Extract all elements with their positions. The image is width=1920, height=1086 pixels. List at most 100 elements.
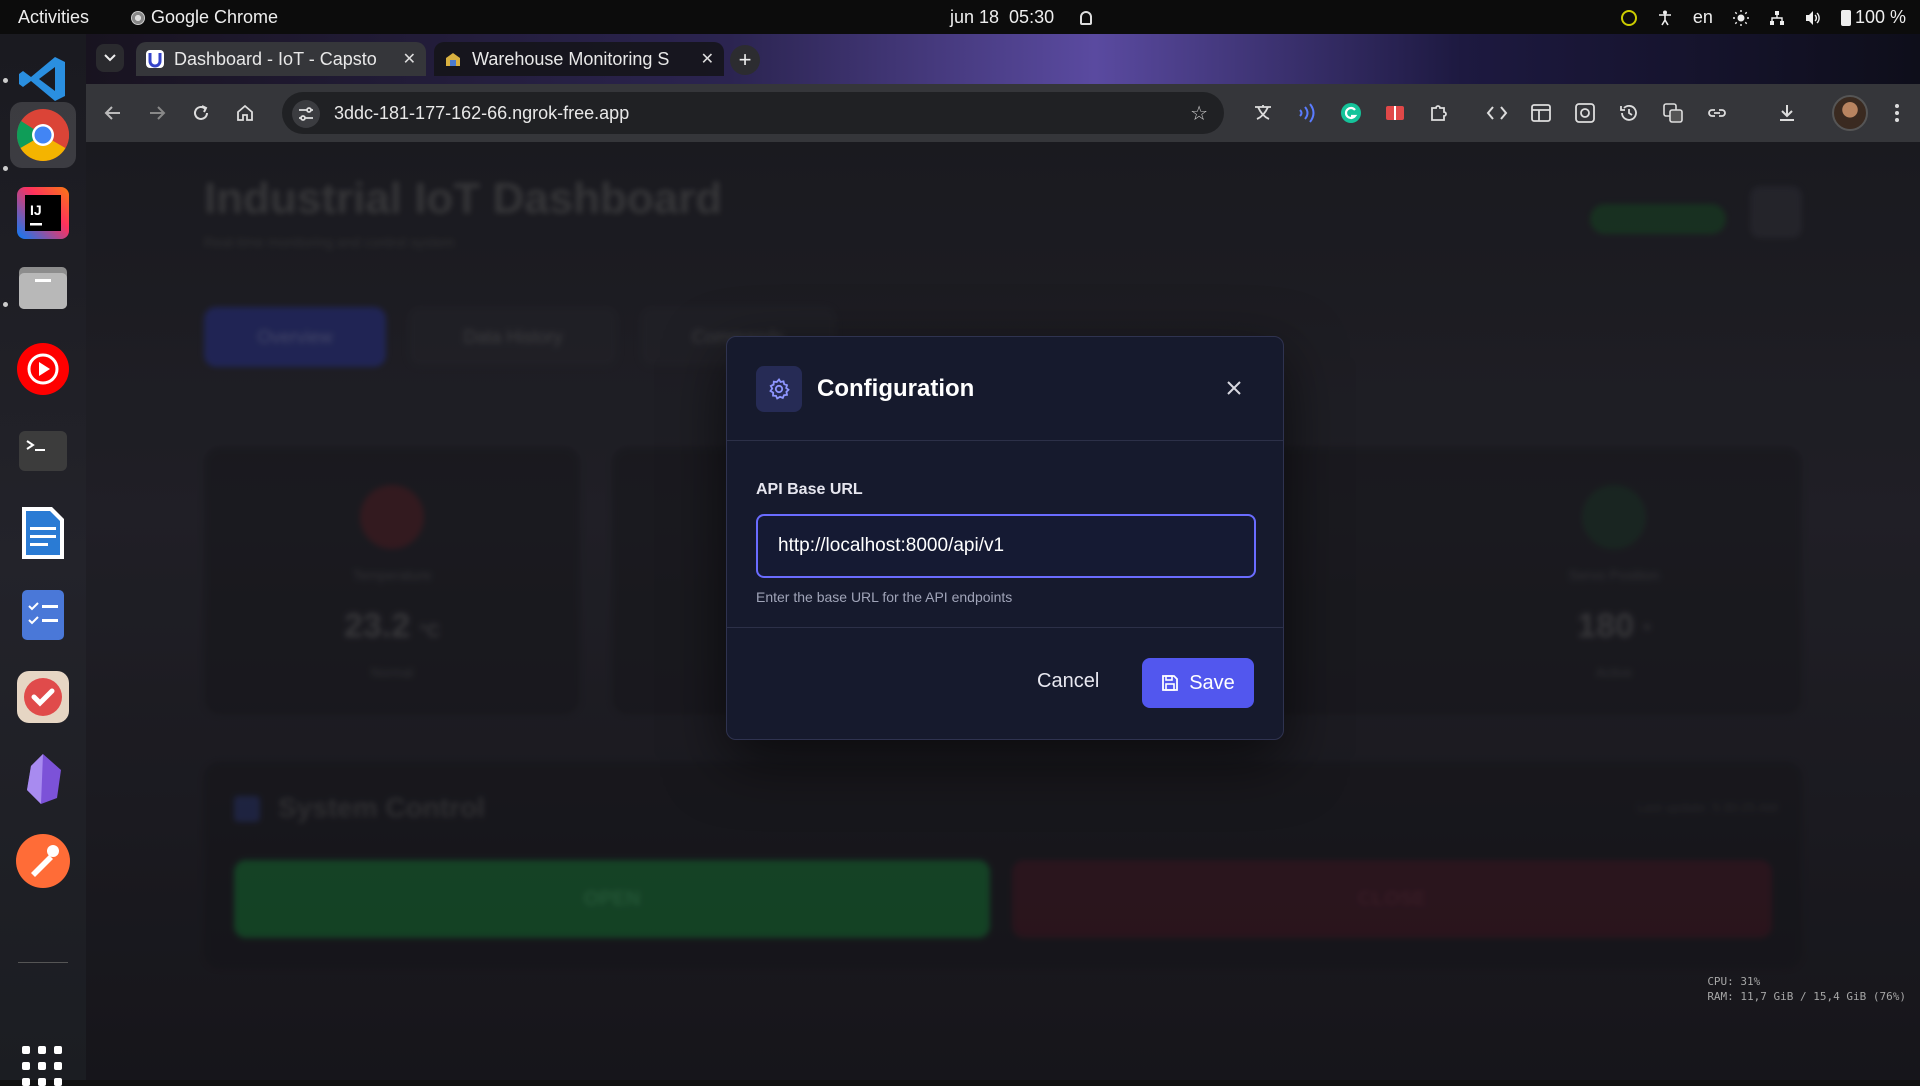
running-indicator [3, 302, 8, 307]
running-indicator [3, 78, 8, 83]
tab-title: Dashboard - IoT - Capsto [174, 48, 377, 69]
home-icon [237, 104, 253, 121]
tab-favicon-icon [146, 50, 164, 68]
youtube-music-icon [17, 343, 69, 395]
chrome-small-icon [131, 10, 145, 25]
back-button[interactable] [100, 100, 126, 126]
input-language[interactable]: en [1693, 7, 1713, 28]
gear-icon [756, 366, 802, 412]
vscode-icon [19, 57, 65, 101]
dock-intellij[interactable]: IJ [10, 180, 76, 246]
extensions-puzzle-icon[interactable] [1428, 102, 1450, 124]
reload-icon [194, 105, 208, 120]
accessibility-icon [1657, 10, 1673, 26]
save-disk-icon [1162, 675, 1179, 691]
document-icon [22, 507, 64, 559]
notification-bell-icon [1080, 10, 1093, 25]
running-indicator [3, 166, 8, 171]
todo-check-icon [17, 671, 69, 723]
new-tab-button[interactable]: + [730, 45, 760, 75]
clock-time: 05:30 [1009, 7, 1055, 27]
link-icon[interactable] [1706, 102, 1728, 124]
profile-avatar[interactable] [1832, 95, 1868, 131]
tab-close-icon[interactable]: ✕ [403, 49, 416, 69]
history-icon[interactable] [1618, 102, 1640, 124]
volume-icon [1805, 10, 1821, 26]
bookmark-star-icon[interactable]: ☆ [1190, 101, 1208, 126]
clock[interactable]: jun 18 05:30 [950, 7, 1093, 28]
cancel-button[interactable]: Cancel [1037, 670, 1099, 693]
configuration-modal: Configuration API Base URL Enter the bas… [726, 336, 1284, 740]
tab-warehouse[interactable]: Warehouse Monitoring S ✕ [434, 42, 724, 76]
chrome-icon [16, 109, 70, 161]
dock-obsidian[interactable] [10, 746, 76, 812]
api-base-url-label: API Base URL [756, 481, 863, 498]
tab-strip: Dashboard - IoT - Capsto ✕ Warehouse Mon… [86, 34, 1920, 84]
arrow-left-icon [104, 106, 120, 120]
chrome-menu-kebab-icon[interactable] [1886, 102, 1908, 124]
system-top-bar: Activities Google Chrome jun 18 05:30 en… [0, 0, 1920, 34]
dock-tasks[interactable] [10, 582, 76, 648]
intellij-icon: IJ [17, 187, 69, 239]
dock-files[interactable] [10, 254, 76, 320]
browser-window: Dashboard - IoT - Capsto ✕ Warehouse Mon… [86, 34, 1920, 1080]
translate-ext-icon[interactable] [1252, 102, 1274, 124]
focused-app-name: Google Chrome [151, 7, 279, 27]
grammarly-ext-icon[interactable] [1340, 102, 1362, 124]
screenshot-icon[interactable] [1574, 102, 1596, 124]
tab-search-button[interactable] [96, 44, 124, 72]
tab-close-icon[interactable]: ✕ [701, 49, 714, 69]
site-info-icon[interactable] [292, 100, 320, 128]
system-tray[interactable]: en 100 % [1620, 7, 1906, 28]
devtools-code-icon[interactable] [1486, 102, 1508, 124]
focused-app-menu[interactable]: Google Chrome [131, 7, 278, 28]
dock-youtube-music[interactable] [10, 336, 76, 402]
api-base-url-input[interactable] [756, 514, 1256, 578]
reload-button[interactable] [188, 100, 214, 126]
svg-text:IJ: IJ [30, 202, 42, 218]
battery-indicator: 100 % [1840, 7, 1906, 28]
battery-icon [1840, 9, 1851, 26]
clock-date: jun 18 [950, 7, 1000, 27]
reader-ext-icon[interactable] [1384, 102, 1406, 124]
download-icon[interactable] [1776, 102, 1798, 124]
tab-dashboard[interactable]: Dashboard - IoT - Capsto ✕ [136, 42, 426, 76]
checklist-icon [22, 590, 64, 640]
postman-icon [16, 834, 70, 888]
arrow-right-icon [150, 106, 166, 120]
forward-button[interactable] [144, 100, 170, 126]
url-text: 3ddc-181-177-162-66.ngrok-free.app [334, 102, 630, 123]
save-button-label: Save [1189, 671, 1235, 694]
dock: IJ [0, 34, 86, 1086]
modal-footer: Cancel Save [727, 627, 1283, 741]
address-bar[interactable]: 3ddc-181-177-162-66.ngrok-free.app ☆ [282, 92, 1224, 134]
obsidian-icon [27, 754, 61, 804]
dock-document-viewer[interactable] [10, 500, 76, 566]
read-aloud-ext-icon[interactable] [1296, 102, 1318, 124]
dock-terminal[interactable] [10, 418, 76, 484]
dock-todo[interactable] [10, 664, 76, 730]
dock-postman[interactable] [10, 828, 76, 894]
show-apps-grid-icon[interactable] [22, 1046, 62, 1086]
tab-title: Warehouse Monitoring S [472, 48, 670, 69]
terminal-icon [19, 431, 67, 471]
close-icon[interactable] [1223, 377, 1245, 399]
api-base-url-help: Enter the base URL for the API endpoints [756, 589, 1013, 605]
dock-separator [18, 962, 68, 963]
folder-icon [19, 267, 67, 309]
activities-button[interactable]: Activities [18, 7, 89, 28]
save-button[interactable]: Save [1142, 658, 1254, 708]
modal-header: Configuration [727, 337, 1283, 441]
chevron-down-icon [104, 54, 116, 62]
battery-percent: 100 % [1854, 7, 1906, 27]
brightness-icon [1732, 9, 1749, 26]
home-button[interactable] [232, 100, 258, 126]
network-icon [1769, 10, 1785, 26]
updates-icon [1620, 9, 1637, 26]
tab-layout-icon[interactable] [1530, 102, 1552, 124]
browser-toolbar: 3ddc-181-177-162-66.ngrok-free.app ☆ [86, 84, 1920, 142]
google-translate-icon[interactable] [1662, 102, 1684, 124]
tab-favicon-icon [444, 50, 462, 68]
modal-title: Configuration [817, 375, 975, 402]
dock-chrome[interactable] [10, 102, 76, 168]
